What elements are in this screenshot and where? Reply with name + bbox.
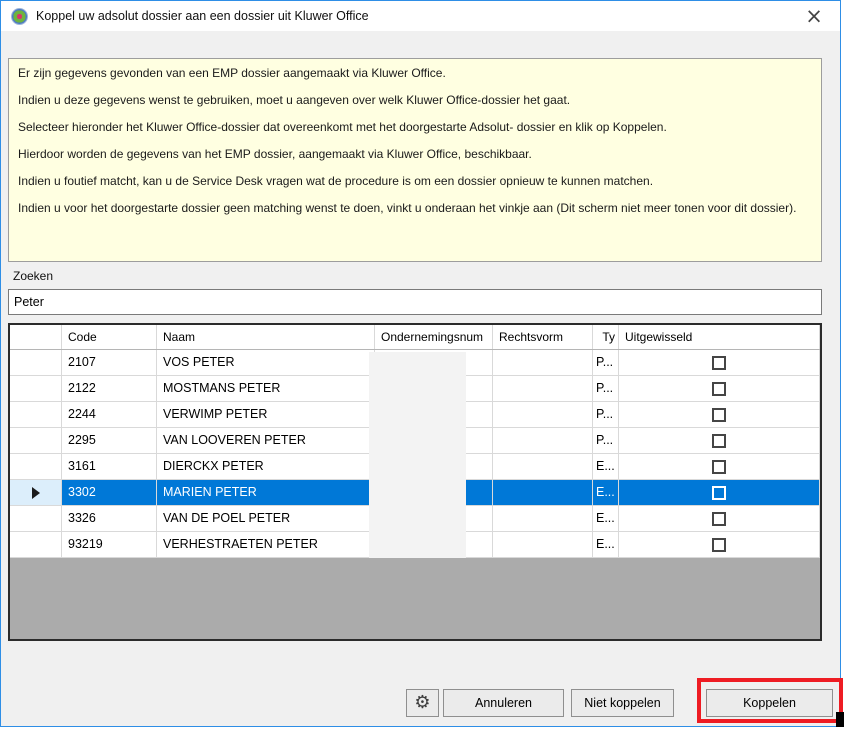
dossier-table: Code Naam Ondernemingsnum Rechtsvorm Ty … [8,323,822,641]
dialog-window: Koppel uw adsolut dossier aan een dossie… [0,0,841,727]
cell-sel [10,454,62,479]
uitgewisseld-checkbox[interactable] [712,408,726,422]
cell-uitg [619,532,820,557]
info-paragraph: Indien u foutief matcht, kan u de Servic… [18,173,812,189]
uitgewisseld-checkbox[interactable] [712,538,726,552]
column-header-rechtsvorm[interactable]: Rechtsvorm [493,325,593,349]
cancel-button[interactable]: Annuleren [443,689,564,717]
cell-code: 93219 [62,532,157,557]
app-icon [11,8,28,25]
cell-code: 3302 [62,480,157,505]
uitgewisseld-checkbox[interactable] [712,434,726,448]
cell-code: 2244 [62,402,157,427]
column-header-type[interactable]: Ty [593,325,619,349]
cell-naam: MARIEN PETER [157,480,375,505]
info-paragraph: Indien u voor het doorgestarte dossier g… [18,200,812,216]
cell-ty: E... [593,480,619,505]
gear-icon: ⚙ [414,692,430,713]
cell-rv [493,402,593,427]
cell-code: 2122 [62,376,157,401]
cell-sel [10,402,62,427]
column-header-ondernemingsnummer[interactable]: Ondernemingsnum [375,325,493,349]
cell-ty: P... [593,428,619,453]
cell-naam: VERHESTRAETEN PETER [157,532,375,557]
column-header-selector[interactable] [10,325,62,349]
cell-ty: E... [593,454,619,479]
cell-code: 2107 [62,350,157,375]
cell-uitg [619,506,820,531]
koppelen-button[interactable]: Koppelen [706,689,833,717]
cell-rv [493,454,593,479]
uitgewisseld-checkbox[interactable] [712,460,726,474]
cell-ty: E... [593,506,619,531]
uitgewisseld-checkbox[interactable] [712,356,726,370]
info-paragraph: Indien u deze gegevens wenst te gebruike… [18,92,812,108]
cell-rv [493,350,593,375]
cell-uitg [619,350,820,375]
search-input[interactable] [8,289,822,315]
settings-button[interactable]: ⚙ [406,689,439,717]
cell-rv [493,428,593,453]
cell-naam: MOSTMANS PETER [157,376,375,401]
cell-naam: VERWIMP PETER [157,402,375,427]
title-bar: Koppel uw adsolut dossier aan een dossie… [1,1,840,31]
cell-naam: VAN DE POEL PETER [157,506,375,531]
column-header-code[interactable]: Code [62,325,157,349]
cell-naam: DIERCKX PETER [157,454,375,479]
cell-code: 2295 [62,428,157,453]
cell-sel [10,350,62,375]
cell-rv [493,532,593,557]
column-header-uitgewisseld[interactable]: Uitgewisseld [619,325,820,349]
search-label: Zoeken [13,269,53,283]
table-empty-area [10,558,820,639]
info-paragraph: Er zijn gegevens gevonden van een EMP do… [18,65,812,81]
redaction-overlay [369,352,466,558]
close-icon[interactable]: × [800,2,828,30]
cell-rv [493,480,593,505]
cell-sel [10,376,62,401]
cell-code: 3326 [62,506,157,531]
cell-uitg [619,402,820,427]
niet-koppelen-button[interactable]: Niet koppelen [571,689,674,717]
info-paragraph: Selecteer hieronder het Kluwer Office-do… [18,119,812,135]
uitgewisseld-checkbox[interactable] [712,486,726,500]
cell-uitg [619,428,820,453]
info-panel: Er zijn gegevens gevonden van een EMP do… [8,58,822,262]
screen-artifact [836,712,844,727]
uitgewisseld-checkbox[interactable] [712,382,726,396]
cell-ty: P... [593,376,619,401]
table-header-row: Code Naam Ondernemingsnum Rechtsvorm Ty … [10,325,820,350]
column-header-naam[interactable]: Naam [157,325,375,349]
info-paragraph: Hierdoor worden de gegevens van het EMP … [18,146,812,162]
current-row-arrow-icon [32,487,40,499]
cell-ty: E... [593,532,619,557]
cell-sel [10,428,62,453]
cell-sel [10,480,62,505]
cell-rv [493,506,593,531]
cell-rv [493,376,593,401]
cell-ty: P... [593,402,619,427]
cell-sel [10,506,62,531]
cell-sel [10,532,62,557]
screenshot-canvas: Koppel uw adsolut dossier aan een dossie… [0,0,844,734]
uitgewisseld-checkbox[interactable] [712,512,726,526]
cell-ty: P... [593,350,619,375]
window-title: Koppel uw adsolut dossier aan een dossie… [36,9,369,23]
cell-uitg [619,480,820,505]
cell-uitg [619,454,820,479]
cell-naam: VOS PETER [157,350,375,375]
cell-naam: VAN LOOVEREN PETER [157,428,375,453]
cell-code: 3161 [62,454,157,479]
cell-uitg [619,376,820,401]
